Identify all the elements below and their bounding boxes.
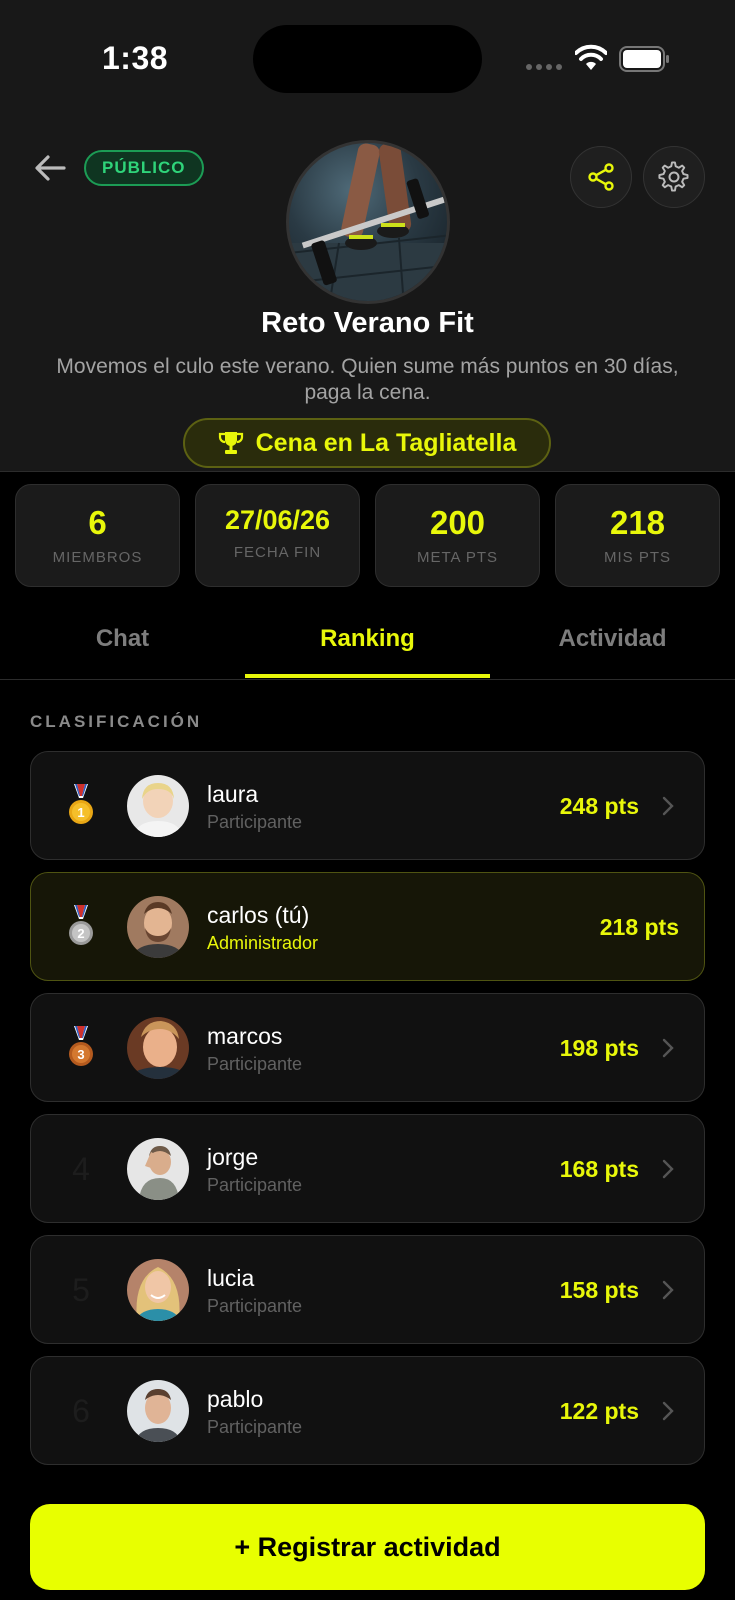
settings-button[interactable] (643, 146, 705, 208)
prize-pill[interactable]: Cena en La Tagliatella (183, 418, 551, 468)
share-button[interactable] (570, 146, 632, 208)
stat-members: 6 MIEMBROS (15, 484, 180, 587)
member-points: 198 pts (559, 1035, 639, 1061)
ranking-row[interactable]: 4 jorge Participante 168 pts (30, 1114, 705, 1223)
avatar (127, 775, 189, 837)
challenge-avatar (286, 140, 450, 304)
stat-goal-points: 200 META PTS (375, 484, 540, 587)
member-role: Participante (207, 1296, 303, 1316)
trophy-icon (218, 432, 243, 454)
status-time: 1:38 (102, 40, 169, 76)
challenge-description: Movemos el culo este verano. Quien sume … (56, 355, 679, 404)
section-label: CLASIFICACIÓN (30, 712, 203, 731)
challenge-title: Reto Verano Fit (261, 307, 474, 339)
silver-medal-icon: 2 (69, 905, 93, 945)
member-role: Participante (207, 1054, 303, 1074)
stat-value: 27/06/26 (224, 505, 331, 535)
stat-label: FECHA FIN (233, 544, 322, 561)
chevron-right-icon (662, 796, 674, 816)
gear-icon (658, 161, 689, 192)
battery-icon (619, 46, 669, 72)
gold-medal-icon: 1 (69, 784, 93, 824)
share-icon (588, 163, 614, 191)
avatar (127, 1259, 189, 1321)
rank-position: 5 (72, 1272, 90, 1308)
tab-activity[interactable]: Actividad (490, 598, 735, 680)
active-tab-indicator (245, 674, 490, 678)
ranking-row[interactable]: 5 lucia Participante 158 pts (30, 1235, 705, 1344)
visibility-badge: PÚBLICO (84, 150, 204, 186)
avatar (127, 1017, 189, 1079)
avatar (127, 1380, 189, 1442)
avatar (127, 1138, 189, 1200)
ranking-row[interactable]: 1 laura Participante 248 pts (30, 751, 705, 860)
member-name: jorge (207, 1144, 259, 1170)
member-name: lucia (207, 1265, 255, 1291)
register-activity-button[interactable]: + Registrar actividad (30, 1504, 705, 1590)
member-points: 248 pts (559, 793, 639, 819)
stat-value: 218 (609, 504, 666, 541)
bronze-medal-icon: 3 (69, 1026, 93, 1066)
member-points: 158 pts (559, 1277, 639, 1303)
stat-value: 200 (429, 504, 486, 541)
stat-my-points: 218 MIS PTS (555, 484, 720, 587)
cellular-signal-icon (526, 64, 562, 70)
challenge-screen: 1:38 PÚBLICO Reto Verano Fit Movemos el … (0, 0, 735, 1600)
member-role: Participante (207, 812, 303, 832)
svg-text:2: 2 (77, 926, 84, 941)
svg-text:3: 3 (77, 1047, 84, 1062)
chevron-right-icon (662, 1038, 674, 1058)
tab-ranking[interactable]: Ranking (245, 598, 490, 680)
rank-position: 6 (72, 1393, 90, 1429)
stat-end-date: 27/06/26 FECHA FIN (195, 484, 360, 587)
stat-label: MIS PTS (603, 549, 671, 566)
ranking-row-current-user[interactable]: 2 carlos (tú) Administrador 218 pts (30, 872, 705, 981)
dynamic-island (253, 25, 482, 93)
member-points: 218 pts (599, 914, 679, 940)
svg-text:1: 1 (77, 805, 84, 820)
avatar (127, 896, 189, 958)
member-role: Participante (207, 1417, 303, 1437)
stat-label: META PTS (416, 549, 499, 566)
chevron-right-icon (662, 1159, 674, 1179)
status-bar: 1:38 (0, 0, 735, 120)
back-arrow-icon[interactable] (30, 148, 70, 188)
rank-position: 4 (72, 1151, 90, 1187)
tab-bar: Chat Ranking Actividad (0, 598, 735, 680)
chevron-right-icon (662, 1280, 674, 1300)
chevron-right-icon (662, 1401, 674, 1421)
member-name: marcos (207, 1023, 283, 1049)
member-points: 168 pts (559, 1156, 639, 1182)
prize-label: Cena en La Tagliatella (255, 428, 517, 457)
member-role: Administrador (207, 933, 319, 953)
challenge-header: 1:38 PÚBLICO Reto Verano Fit Movemos el … (0, 0, 735, 472)
member-name: laura (207, 781, 259, 807)
member-points: 122 pts (559, 1398, 639, 1424)
ranking-row[interactable]: 6 pablo Participante 122 pts (30, 1356, 705, 1465)
stat-value: 6 (88, 504, 107, 541)
wifi-icon (575, 44, 607, 70)
member-name: carlos (tú) (207, 902, 310, 928)
stat-label: MIEMBROS (52, 549, 143, 566)
tab-chat[interactable]: Chat (0, 598, 245, 680)
member-name: pablo (207, 1386, 264, 1412)
ranking-row[interactable]: 3 marcos Participante 198 pts (30, 993, 705, 1102)
member-role: Participante (207, 1175, 303, 1195)
